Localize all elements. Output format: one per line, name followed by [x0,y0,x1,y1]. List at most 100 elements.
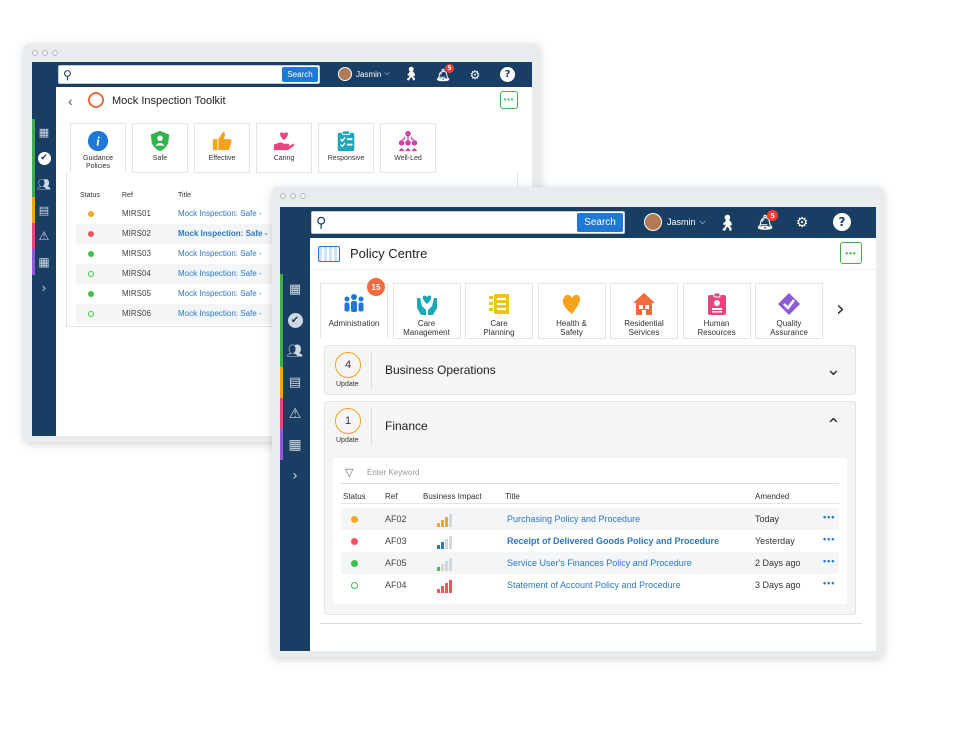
category-label: Well-Led [394,155,422,162]
user-menu[interactable]: Jasmin ⌵ [644,213,706,231]
row-ref: AF04 [385,580,407,590]
sidebar-item-checks[interactable]: ✔ [280,305,310,336]
sidebar-expand-button[interactable]: › [280,460,310,491]
accessibility-icon[interactable]: 🚶︎ [403,66,420,83]
user-menu[interactable]: Jasmin ⌵ [338,67,390,81]
keyword-input[interactable]: Enter Keyword [367,468,419,477]
row-more-button[interactable]: ••• [823,556,835,566]
category-tab-human-resources[interactable]: Human Resources [682,283,751,339]
chevron-down-icon: ⌵ [384,70,390,77]
col-impact: Business Impact [423,492,482,501]
category-label: Care Management [403,319,450,337]
category-label: Caring [273,155,295,162]
user-name: Jasmin [356,69,382,79]
sidebar-item-buildings[interactable]: ▦ [280,429,310,460]
category-tab-quality-assurance[interactable]: Quality Assurance [755,283,823,339]
people-group-icon [342,292,366,316]
search-button[interactable]: Search [282,67,318,82]
section-business-operations[interactable]: 4 Update Business Operations ⌄ [324,345,856,395]
chevron-down-icon[interactable]: ⌄ [826,359,841,380]
row-amended: 2 Days ago [755,558,801,568]
table-row[interactable]: AF05 Service User's Finances Policy and … [341,552,839,574]
category-tab-caring[interactable]: Caring [256,123,312,173]
more-options-button[interactable]: ••• [500,91,518,109]
row-title-link[interactable]: Statement of Account Policy and Procedur… [507,580,681,590]
policy-list-panel: ▽ Enter Keyword Status Ref Business Impa… [333,458,847,604]
row-title-link[interactable]: Mock Inspection: Safe - [178,289,262,298]
keyword-filter[interactable]: ▽ Enter Keyword [341,464,839,484]
row-title-link[interactable]: Mock Inspection: Safe - [178,209,262,218]
window-controls[interactable] [280,193,306,199]
table-row[interactable]: AF02 Purchasing Policy and Procedure Tod… [341,508,839,530]
status-indicator [88,291,94,297]
status-indicator [88,251,94,257]
row-ref: MIRS05 [122,289,151,298]
row-title-link[interactable]: Mock Inspection: Safe - [178,249,262,258]
status-indicator [88,311,94,317]
settings-icon[interactable]: ⚙ [794,212,810,233]
category-label: Human Resources [697,319,736,337]
section-divider [371,408,372,446]
update-count: 4 [335,352,361,378]
row-title-link[interactable]: Receipt of Delivered Goods Policy and Pr… [507,536,719,546]
avatar [338,67,352,81]
update-label: Update [336,437,359,444]
category-tab-health--safety[interactable]: Health & Safety [537,283,606,339]
col-title: Title [178,192,191,199]
clipboard-icon [335,130,357,152]
sidebar-item-alerts[interactable]: ⚠ [280,398,310,429]
sidebar-item-people[interactable]: 👥︎ [32,171,56,197]
bell-icon[interactable]: 🔔︎ 5 [756,210,778,233]
category-tab-effective[interactable]: Effective [194,123,250,173]
category-tab-well-led[interactable]: Well-Led [380,123,436,173]
sidebar-item-buildings[interactable]: ▦ [32,249,56,275]
row-more-button[interactable]: ••• [823,578,835,588]
table-row[interactable]: AF04 Statement of Account Policy and Pro… [341,574,839,596]
sidebar-item-people[interactable]: 👥︎ [280,336,310,367]
category-tab-responsive[interactable]: Responsive [318,123,374,173]
bell-icon[interactable]: 🔔︎ 5 [435,64,454,83]
window-controls[interactable] [32,50,58,56]
business-impact-icon [437,577,452,593]
search-input[interactable]: ⚲ Search [311,211,625,234]
category-tab-residential-services[interactable]: Residential Services [610,283,678,339]
sidebar-expand-button[interactable]: › [32,275,56,301]
planning-list-icon [487,292,511,316]
sidebar-item-documents[interactable]: ▤ [32,197,56,223]
row-title-link[interactable]: Mock Inspection: Safe - [178,229,267,238]
row-title-link[interactable]: Mock Inspection: Safe - [178,309,262,318]
next-categories-button[interactable]: › [836,297,845,322]
search-input[interactable]: ⚲ Search [58,65,320,84]
row-title-link[interactable]: Purchasing Policy and Procedure [507,514,640,524]
category-tab-care-management[interactable]: Care Management [392,283,461,339]
row-ref: MIRS04 [122,269,151,278]
sidebar-item-policies[interactable]: ▦ [280,274,310,305]
sidebar-item-alerts[interactable]: ⚠ [32,223,56,249]
col-amended: Amended [755,492,790,501]
row-amended: 3 Days ago [755,580,801,590]
category-tab-guidance-policies[interactable]: i Guidance Policies [70,123,126,173]
row-title-link[interactable]: Service User's Finances Policy and Proce… [507,558,692,568]
chevron-up-icon[interactable]: ⌃ [826,415,841,436]
row-more-button[interactable]: ••• [823,534,835,544]
category-tab-administration[interactable]: 15 Administration [320,278,388,339]
sidebar-item-documents[interactable]: ▤ [280,367,310,398]
row-ref: AF03 [385,536,407,546]
help-icon[interactable]: ? [500,67,515,82]
help-icon[interactable]: ? [833,213,851,231]
table-row[interactable]: AF03 Receipt of Delivered Goods Policy a… [341,530,839,552]
row-title-link[interactable]: Mock Inspection: Safe - [178,269,262,278]
policy-centre-window: ⚲ Search Jasmin ⌵ 🚶︎ 🔔︎ 5 ⚙ ? ▦ ✔ 👥︎ ▤ ⚠… [272,187,884,657]
search-button[interactable]: Search [577,213,623,232]
more-options-button[interactable]: ••• [840,242,862,264]
row-more-button[interactable]: ••• [823,512,835,522]
accessibility-icon[interactable]: 🚶︎ [717,212,736,233]
back-icon[interactable]: ‹ [68,93,73,109]
category-tab-care-planning[interactable]: Care Planning [465,283,533,339]
sidebar-item-checks[interactable]: ✔ [32,145,56,171]
row-amended: Yesterday [755,536,795,546]
category-tab-safe[interactable]: Safe [132,123,188,173]
sidebar-item-policies[interactable]: ▦ [32,119,56,145]
settings-icon[interactable]: ⚙ [468,66,482,83]
update-label: Update [336,381,359,388]
